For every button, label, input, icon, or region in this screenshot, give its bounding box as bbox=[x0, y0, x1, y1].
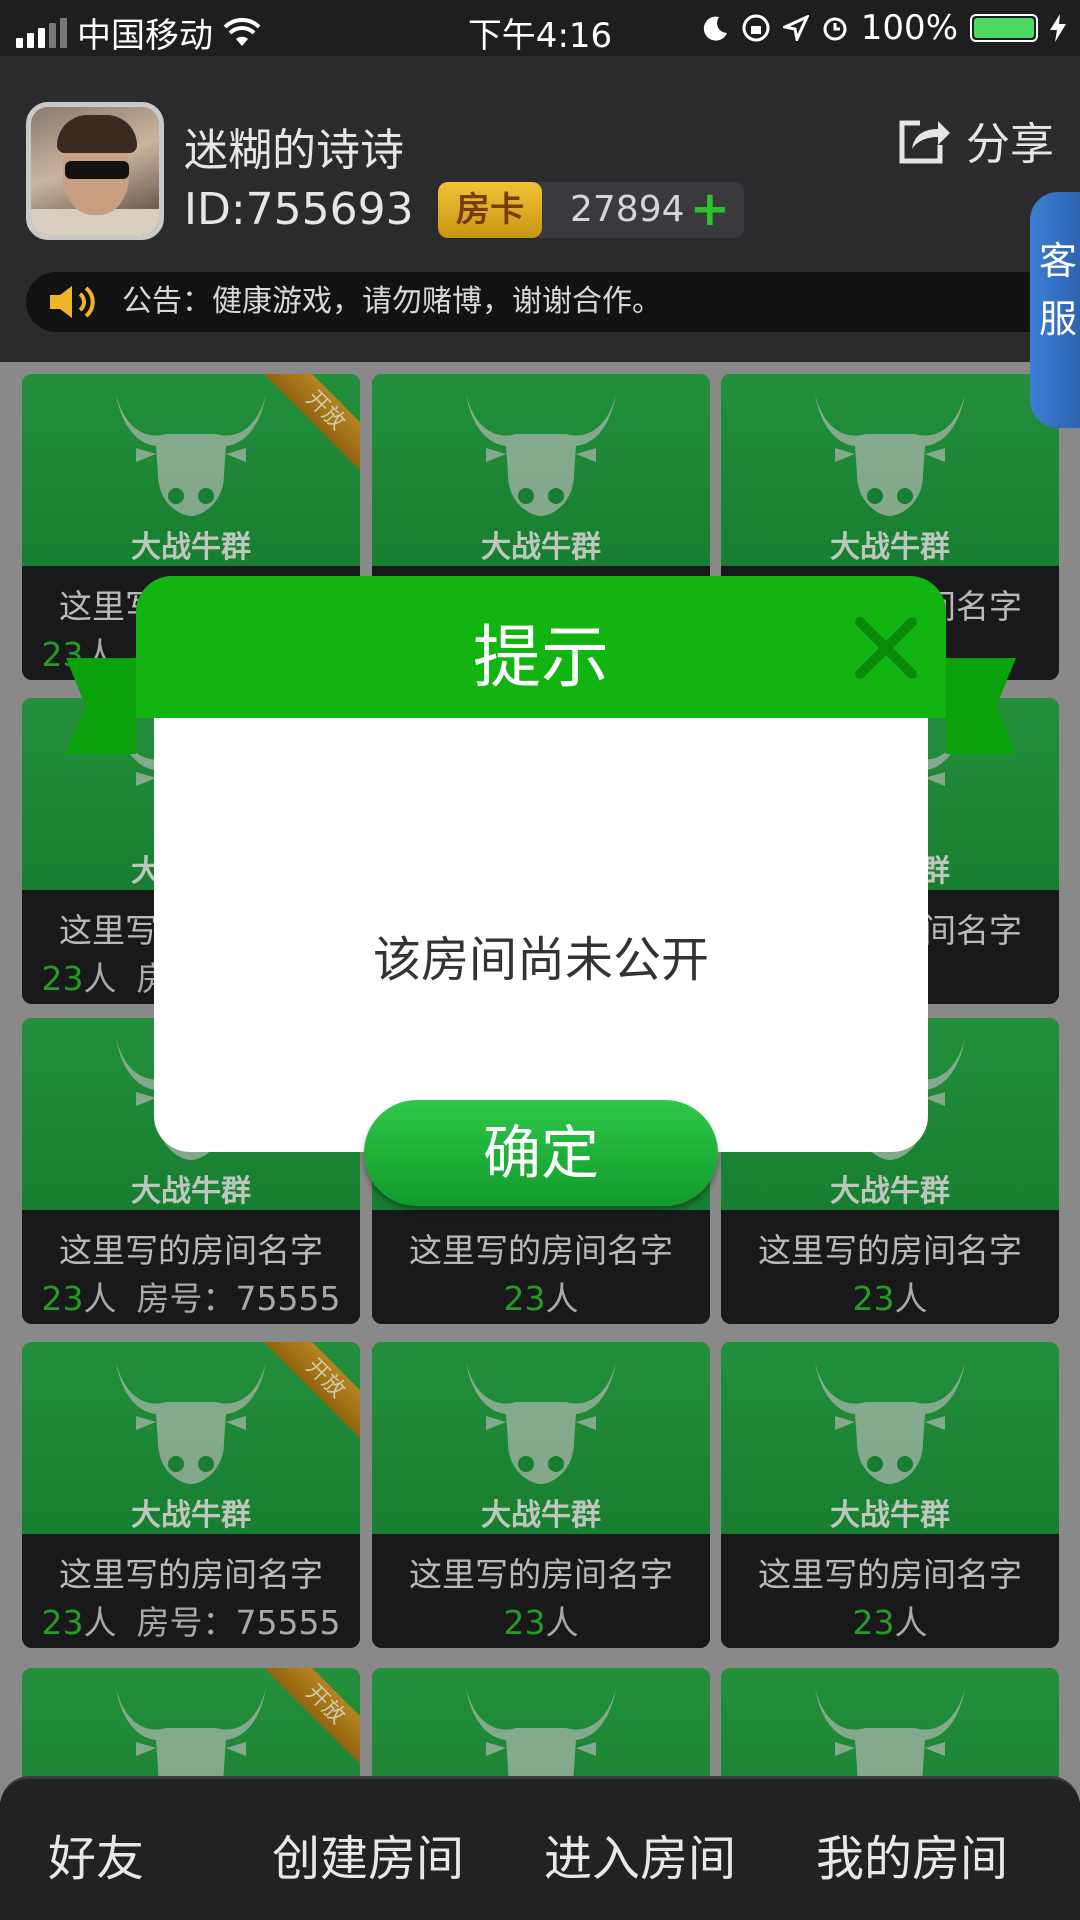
moon-icon bbox=[703, 16, 727, 41]
status-right-group: 100% bbox=[703, 8, 1066, 48]
battery-icon bbox=[970, 14, 1038, 42]
status-bar: 中国移动 下午4:16 100% bbox=[0, 0, 1080, 56]
room-card-tag: 房卡 bbox=[438, 182, 542, 238]
add-room-card-button[interactable]: + bbox=[690, 182, 730, 236]
customer-service-button[interactable]: 客服 bbox=[1030, 192, 1080, 428]
profile-header: 迷糊的诗诗 ID:755693 房卡 27894 + 分享 公告：健康游戏，请勿… bbox=[0, 56, 1080, 362]
dialog-title: 提示 bbox=[472, 619, 609, 698]
notice-bar: 公告：健康游戏，请勿赌博，谢谢合作。 bbox=[26, 272, 1080, 332]
alert-dialog: 该房间尚未公开 确定 提示 bbox=[66, 576, 1016, 1206]
confirm-button[interactable]: 确定 bbox=[364, 1100, 718, 1206]
rotation-lock-icon bbox=[742, 14, 770, 42]
tab-enter-room[interactable]: 进入房间 bbox=[544, 1819, 736, 1889]
bottom-tab-bar: 好友 创建房间 进入房间 我的房间 bbox=[0, 1776, 1080, 1920]
tab-friends[interactable]: 好友 bbox=[48, 1819, 144, 1889]
room-card-box: 房卡 27894 + bbox=[438, 182, 744, 238]
close-icon[interactable] bbox=[852, 614, 920, 682]
dialog-header: 提示 bbox=[66, 576, 1016, 754]
share-icon bbox=[899, 120, 950, 164]
charging-icon bbox=[1050, 14, 1066, 42]
tab-create-room[interactable]: 创建房间 bbox=[272, 1819, 464, 1889]
speaker-icon bbox=[50, 286, 95, 318]
notice-text: 公告：健康游戏，请勿赌博，谢谢合作。 bbox=[122, 284, 662, 319]
tab-my-rooms[interactable]: 我的房间 bbox=[816, 1819, 1008, 1889]
room-card-count: 27894 bbox=[570, 189, 685, 230]
share-button[interactable]: 分享 bbox=[898, 108, 1054, 172]
location-icon bbox=[782, 15, 809, 41]
alarm-icon bbox=[823, 17, 847, 41]
avatar[interactable] bbox=[26, 102, 164, 240]
share-label: 分享 bbox=[966, 119, 1054, 170]
dialog-message: 该房间尚未公开 bbox=[372, 932, 709, 988]
username: 迷糊的诗诗 bbox=[184, 125, 404, 176]
dialog-body: 该房间尚未公开 确定 bbox=[154, 680, 928, 1206]
app-screen: 中国移动 下午4:16 100% 迷糊的诗诗 ID:755693 房卡 2789… bbox=[0, 0, 1080, 1920]
battery-percent: 100% bbox=[860, 8, 958, 48]
user-id: ID:755693 bbox=[184, 184, 414, 235]
